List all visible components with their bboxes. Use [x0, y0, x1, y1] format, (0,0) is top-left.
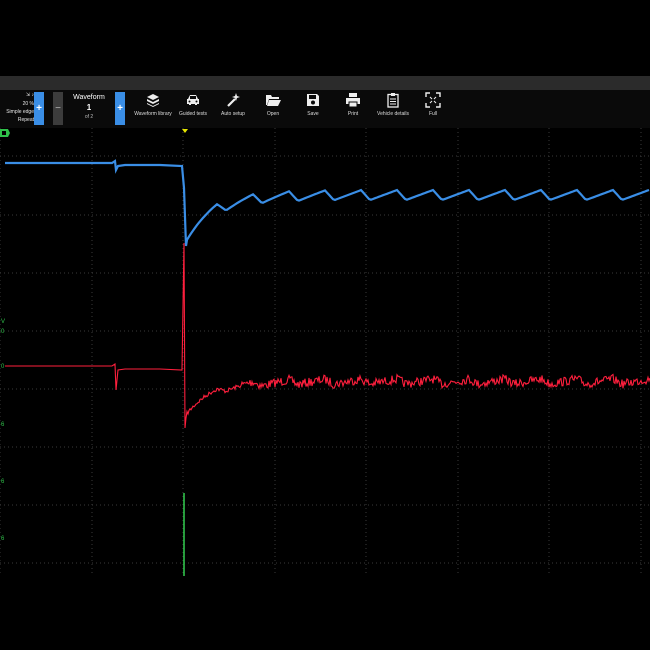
guided-tests-label: Guided tests [178, 111, 208, 117]
trigger-level: 20 % [22, 101, 34, 107]
axis-label-c: 6 [1, 479, 5, 485]
folder-icon [266, 95, 281, 106]
clipboard-icon [387, 93, 399, 108]
waveform-of: of 2 [84, 114, 94, 120]
waveform-title: Waveform [73, 94, 105, 101]
trigger-icons: ⇲ ♪ [25, 92, 34, 98]
printer-icon [346, 93, 360, 108]
waveform-minus-button[interactable]: − [53, 92, 63, 125]
trigger-mode: Simple edge [6, 109, 34, 115]
waveform-number: 1 [86, 103, 92, 112]
axis-label-b: 6 [1, 422, 5, 428]
car-icon [187, 95, 199, 105]
waveform-selector: Waveform 1 of 2 [65, 92, 113, 125]
vehicle-details-button[interactable]: Vehicle details [373, 92, 413, 126]
axis-label-a: 0 [1, 364, 5, 370]
open-button[interactable]: Open [253, 92, 293, 126]
vehicle-details-label: Vehicle details [377, 111, 409, 117]
print-label: Print [347, 111, 359, 117]
axis-label-v: V [1, 319, 5, 325]
print-button[interactable]: Print [333, 92, 373, 126]
floppy-icon [307, 94, 319, 106]
axis-label-zero: 0 [1, 329, 5, 335]
save-button[interactable]: Save [293, 92, 333, 126]
oscilloscope-app: ⇲ ♪ 20 % Simple edge Repeat + − Waveform… [0, 76, 650, 576]
save-label: Save [307, 111, 319, 117]
waveform-library-label: Waveform library [134, 111, 172, 117]
zero-marker[interactable] [0, 129, 10, 137]
auto-setup-button[interactable]: Auto setup [213, 92, 253, 126]
trigger-plus-button[interactable]: + [34, 92, 44, 125]
channel-a-trace [5, 159, 650, 247]
trigger-settings[interactable]: ⇲ ♪ 20 % Simple edge Repeat [2, 92, 34, 124]
axis-label-d: 6 [1, 536, 5, 542]
guided-tests-button[interactable]: Guided tests [173, 92, 213, 126]
full-button[interactable]: Full [413, 92, 453, 126]
scope-display[interactable]: V 0 0 6 6 6 [0, 128, 650, 576]
trigger-repeat: Repeat [17, 117, 34, 123]
grid [0, 128, 650, 576]
fullscreen-icon [425, 92, 441, 108]
open-label: Open [266, 111, 280, 117]
toolbar: ⇲ ♪ 20 % Simple edge Repeat + − Waveform… [0, 76, 650, 128]
auto-setup-label: Auto setup [221, 111, 245, 117]
book-icon [147, 94, 159, 107]
full-label: Full [428, 111, 438, 117]
wand-icon [227, 93, 240, 107]
channel-b-trace [5, 242, 650, 429]
waveform-library-button[interactable]: Waveform library [133, 92, 173, 126]
waveform-plus-button[interactable]: + [115, 92, 125, 125]
